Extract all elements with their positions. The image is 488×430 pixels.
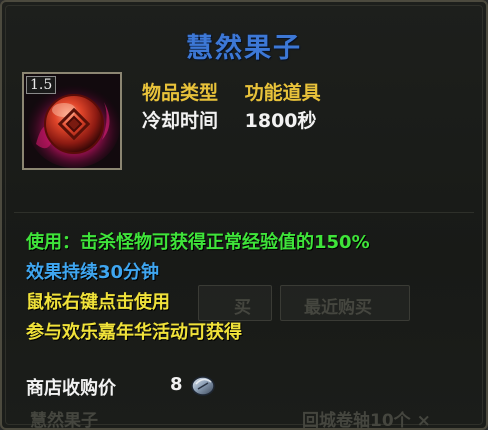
cooldown-label: 冷却时间 [142,110,219,132]
item-level-badge: 1.5 [26,76,57,94]
background-buy-button-label: 买 [234,298,251,318]
item-tooltip: 买 最近购买 慧然果子 回城卷轴10个 × 慧然果子 1.5 物品类型 功能道具… [0,0,488,430]
background-bottom-left-text: 慧然果子 [30,411,98,430]
silver-coin-icon [191,376,215,396]
item-type-label: 物品类型 [142,82,219,104]
item-icon-slot[interactable]: 1.5 [22,72,122,170]
source-text: 参与欢乐嘉年华活动可获得 [26,322,242,343]
item-name: 慧然果子 [186,33,302,64]
item-type-row: 物品类型 功能道具 [142,78,321,105]
divider [14,212,474,213]
item-type-value: 功能道具 [244,82,321,104]
cooldown-row: 冷却时间 1800秒 [142,106,317,133]
background-bottom-right-text: 回城卷轴10个 × [302,411,431,430]
background-recent-buy-label: 最近购买 [304,298,372,318]
use-effect-text: 使用：击杀怪物可获得正常经验值的150% [26,232,370,253]
usage-hint-text: 鼠标右键点击使用 [26,292,170,313]
duration-text: 效果持续30分钟 [26,262,160,283]
shop-price-label: 商店收购价 [26,378,116,399]
cooldown-value: 1800秒 [244,110,317,132]
shop-price-value: 8 [170,374,183,395]
